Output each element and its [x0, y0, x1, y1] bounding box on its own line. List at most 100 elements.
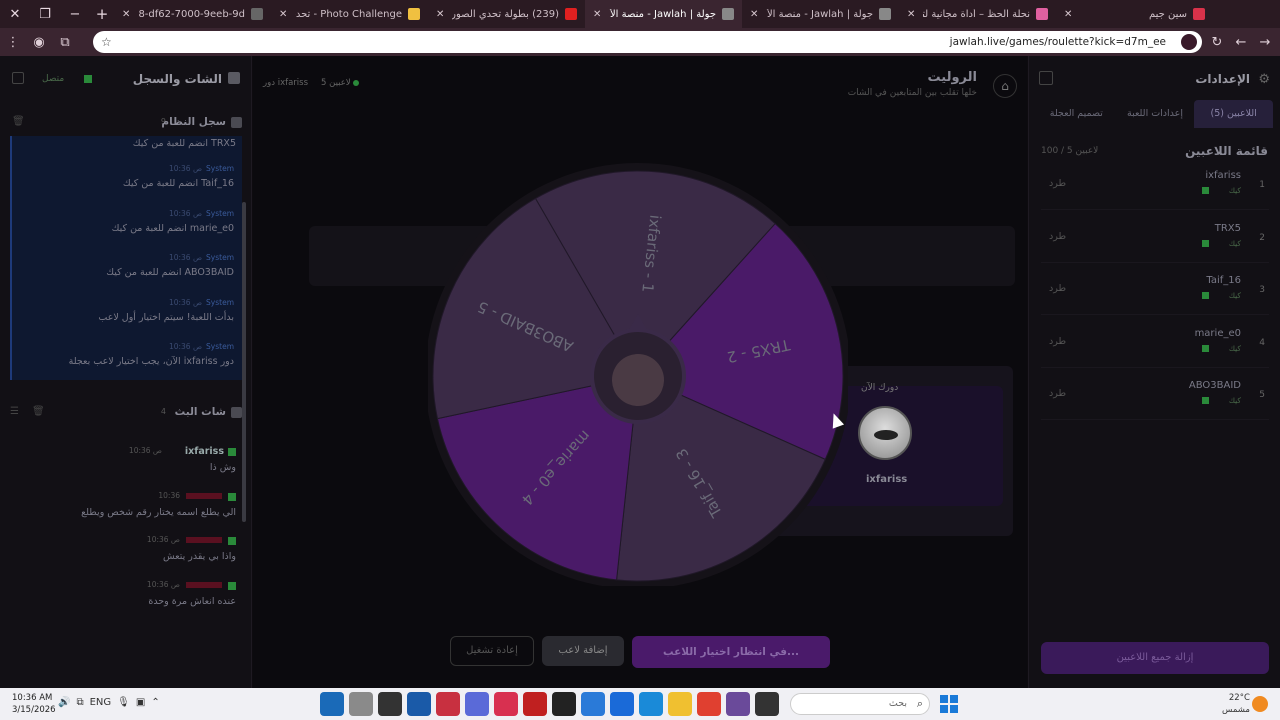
menu-icon[interactable]: ⋮ [0, 35, 26, 50]
close-tab-icon[interactable]: ✕ [593, 9, 601, 20]
settings-tab[interactable]: تصميم العجلة [1037, 100, 1116, 128]
message-text: الي يطلع اسمه يختار رقم شخص ويطلع [81, 506, 236, 518]
close-window-icon[interactable]: ✕ [0, 7, 30, 22]
message-text: عنده انعاش مرة وحدة [148, 595, 236, 607]
settings-app-icon[interactable] [349, 692, 373, 716]
start-icon[interactable] [940, 695, 958, 713]
mic-icon[interactable]: 🎙 [117, 697, 130, 708]
browser-tab-bar: ✕ ❐ − + سين جيم ✕ نحلة الحظ – أداة مجانية … [0, 0, 1280, 28]
close-tab-icon[interactable]: ✕ [1064, 9, 1072, 20]
close-tab-icon[interactable]: ✕ [750, 9, 758, 20]
browser-tab[interactable]: نحلة الحظ – أداة مجانية لتدوير ال ✕ [899, 0, 1056, 28]
entry-meta: 10:36 ص System [169, 298, 234, 307]
kick-player-button[interactable]: طرد [1049, 283, 1066, 294]
browser-tab[interactable]: سين جيم ✕ [1056, 0, 1213, 28]
message-time: 10:36 [158, 490, 180, 500]
app-icon[interactable] [726, 692, 750, 716]
new-tab-button[interactable]: + [90, 5, 114, 23]
message-time: 10:36 ص [146, 579, 180, 589]
kick-badge-icon [1202, 292, 1209, 299]
chat-message: 10:36 الي يطلع اسمه يختار رقم شخص ويطلع [10, 491, 242, 535]
roulette-wheel[interactable]: ixfariss - 1 TRX5 - 2 Taif_16 - 3 marie_e0 … [428, 156, 848, 586]
bookmark-star-icon[interactable]: ☆ [101, 35, 112, 49]
steam-app-icon[interactable] [407, 692, 431, 716]
settings-title: الإعدادات [1195, 72, 1250, 86]
clock-time: 10:36 AM [12, 693, 53, 703]
system-log-title: سجل النظام [161, 116, 226, 128]
trash-icon[interactable]: 🗑 [12, 116, 25, 127]
obs-app-icon[interactable] [378, 692, 402, 716]
browser-tab[interactable]: جولة | Jawlah - منصة الألعاب الـ ✕ [742, 0, 899, 28]
explorer-app-icon[interactable] [668, 692, 692, 716]
browser-tab[interactable]: 019c6208-df62-7000-9eeb-9d ✕ [114, 0, 271, 28]
outlook-app-icon[interactable] [581, 692, 605, 716]
app-icon[interactable] [523, 692, 547, 716]
app-icon[interactable] [436, 692, 460, 716]
volume-icon[interactable]: 🔊 [58, 697, 70, 708]
trash-icon[interactable]: 🗑 [32, 406, 45, 417]
close-tab-icon[interactable]: ✕ [907, 9, 915, 20]
add-player-button[interactable]: إضافة لاعب [542, 636, 624, 666]
tray-expand-icon[interactable]: ⌃ [151, 697, 159, 708]
kick-player-button[interactable]: طرد [1049, 178, 1066, 189]
player-name: ixfariss [1205, 170, 1241, 181]
collapse-panel-icon[interactable] [12, 72, 24, 84]
search-label: بحث [888, 698, 907, 709]
sun-icon [1252, 696, 1268, 712]
browser-tab[interactable]: جولة | Jawlah - منصة الألعاب الـ ✕ [585, 0, 742, 28]
network-icon[interactable]: ⧉ [76, 697, 83, 708]
store-app-icon[interactable] [610, 692, 634, 716]
scrollbar[interactable] [242, 202, 246, 522]
settings-tab[interactable]: إعدادات اللعبة [1116, 100, 1195, 128]
message-text: وش ذا [209, 462, 236, 473]
weather[interactable]: 22°C مشمس [1222, 692, 1250, 716]
player-row: 3 Taif_16 كيك طرد [1041, 271, 1269, 315]
capcut-app-icon[interactable] [552, 692, 576, 716]
close-tab-icon[interactable]: ✕ [436, 9, 444, 20]
system-log-entry: 10:36 ص System ABO3BAID انضم للعبة من كيك [12, 251, 240, 295]
kick-player-button[interactable]: طرد [1049, 336, 1066, 347]
game-area: ⌂ الروليت خلها تقلب بين المتابعين في الش… [253, 56, 1027, 688]
waiting-button[interactable]: في انتظار اختيار اللاعب... [632, 636, 830, 668]
close-tab-icon[interactable]: ✕ [279, 9, 287, 20]
player-name: ABO3BAID [1188, 380, 1241, 391]
browser-tab[interactable]: (239) بطولة تحدي الصور 🌙 | إ ✕ [428, 0, 585, 28]
kick-player-button[interactable]: طرد [1049, 388, 1066, 399]
address-bar: ⋮ ◉ ⧉ ☆ jawlah.live/games/roulette?kick=… [0, 28, 1280, 56]
screen-icon[interactable]: ▣ [136, 697, 145, 708]
profile-ext-icon[interactable]: ◉ [26, 35, 52, 50]
entry-text: بدأت اللعبة! سيتم اختيار أول لاعب [98, 311, 234, 323]
chrome-app-icon[interactable] [697, 692, 721, 716]
maximize-icon[interactable]: ❐ [30, 7, 60, 22]
forward-icon[interactable]: → [1252, 35, 1278, 50]
clock[interactable]: 10:36 AM 3/15/2026 [12, 692, 56, 716]
terminal-app-icon[interactable] [755, 692, 779, 716]
message-time: 10:36 ص [128, 446, 162, 455]
extensions-icon[interactable]: ⧉ [52, 35, 78, 50]
kick-player-button[interactable]: طرد [1049, 231, 1066, 242]
current-player-name: ixfariss [866, 474, 908, 485]
tab-title: Photo Challenge - تحدي الصور [295, 8, 402, 20]
tab-title: 019c6208-df62-7000-9eeb-9d [138, 8, 245, 20]
language-indicator[interactable]: ENG [90, 697, 112, 708]
reset-button[interactable]: إعادة تشغيل [450, 636, 534, 666]
collapse-panel-icon[interactable] [1039, 71, 1053, 85]
page-subtitle: خلها تقلب بين المتابعين في الشات [847, 88, 977, 98]
home-icon[interactable]: ⌂ [993, 74, 1017, 98]
filter-icon[interactable]: ☰ [10, 406, 19, 417]
discord-app-icon[interactable] [465, 692, 489, 716]
photos-app-icon[interactable] [320, 692, 344, 716]
edge-app-icon[interactable] [639, 692, 663, 716]
reload-icon[interactable]: ↻ [1204, 35, 1230, 50]
player-name: marie_e0 [1194, 327, 1241, 339]
settings-tab[interactable]: اللاعبين (5) [1194, 100, 1273, 128]
close-tab-icon[interactable]: ✕ [122, 9, 130, 20]
app-icon[interactable] [494, 692, 518, 716]
minimize-icon[interactable]: − [60, 7, 90, 22]
url-field[interactable]: ☆ jawlah.live/games/roulette?kick=d7m_ee [93, 31, 1202, 53]
browser-tab[interactable]: Photo Challenge - تحدي الصور ✕ [271, 0, 428, 28]
remove-all-players-button[interactable]: إزالة جميع اللاعبين [1041, 642, 1269, 674]
taskbar-search[interactable]: بحث ⌕ [790, 693, 930, 715]
back-icon[interactable]: ← [1228, 35, 1254, 50]
system-log-header: 🗑 9 سجل النظام [0, 114, 252, 132]
